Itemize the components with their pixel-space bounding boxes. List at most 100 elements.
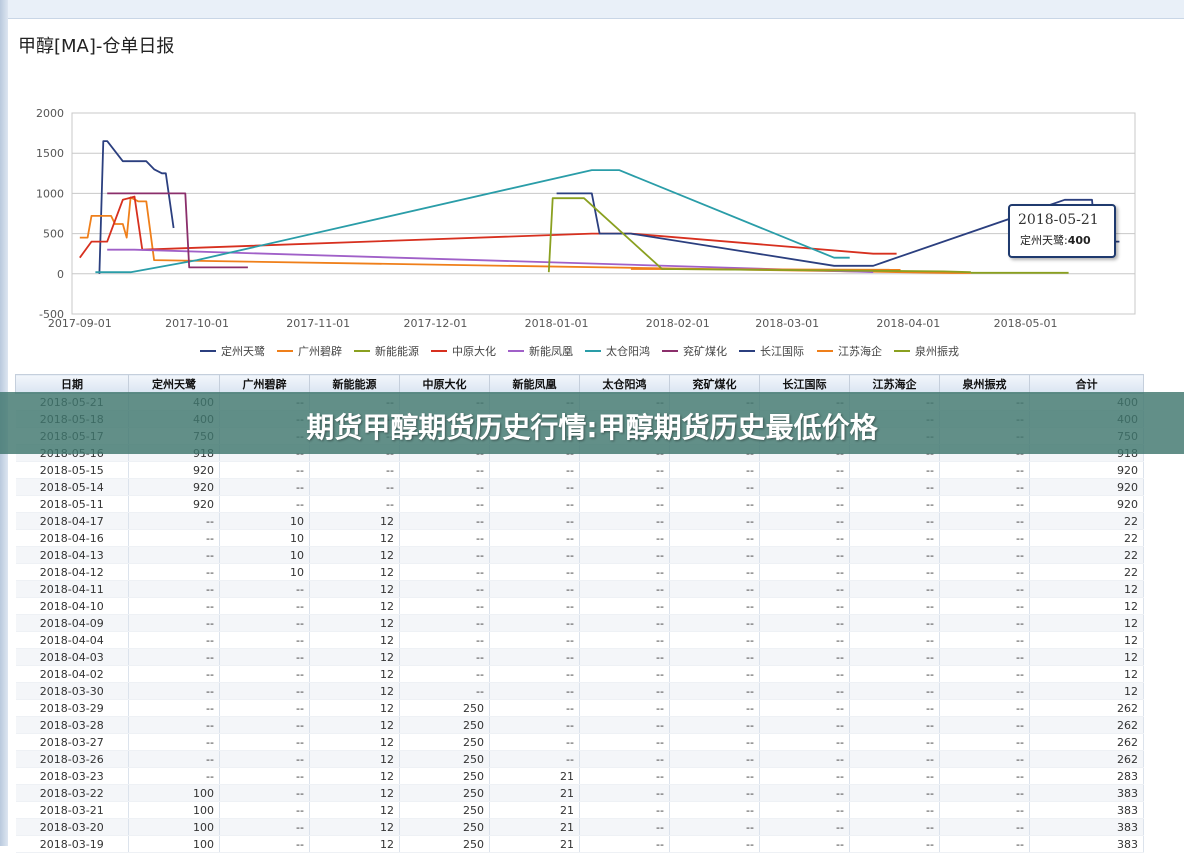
column-header[interactable]: 泉州振戎: [939, 374, 1030, 394]
table-row: 2018-04-09 -- -- 12 -- -- -- -- -- -- -- 12: [15, 614, 1144, 632]
value-cell: --: [128, 648, 220, 666]
value-cell: --: [759, 461, 850, 479]
date-cell: 2018-04-11: [15, 580, 129, 598]
x-tick-label: 2018-01-01: [525, 317, 589, 330]
value-cell: 383: [1029, 818, 1144, 836]
value-cell: --: [849, 750, 940, 768]
value-cell: --: [939, 682, 1030, 700]
value-cell: --: [219, 461, 310, 479]
value-cell: --: [579, 682, 670, 700]
value-cell: 12: [309, 597, 400, 615]
value-cell: 12: [309, 614, 400, 632]
value-cell: 100: [128, 784, 220, 802]
value-cell: --: [489, 665, 580, 683]
value-cell: --: [219, 597, 310, 615]
column-header[interactable]: 兖矿煤化: [669, 374, 760, 394]
value-cell: 12: [1029, 597, 1144, 615]
value-cell: --: [128, 767, 220, 785]
date-cell: 2018-04-04: [15, 631, 129, 649]
date-cell: 2018-03-19: [15, 835, 129, 853]
date-cell: 2018-03-20: [15, 818, 129, 836]
value-cell: --: [939, 461, 1030, 479]
value-cell: --: [399, 665, 490, 683]
column-header[interactable]: 太仓阳鸿: [579, 374, 670, 394]
legend-label: 新能能源: [375, 344, 419, 358]
value-cell: --: [759, 733, 850, 751]
value-cell: --: [219, 478, 310, 496]
value-cell: 12: [1029, 580, 1144, 598]
value-cell: --: [219, 716, 310, 734]
value-cell: 12: [309, 699, 400, 717]
table-row: 2018-04-10 -- -- 12 -- -- -- -- -- -- -- 12: [15, 597, 1144, 615]
value-cell: --: [309, 461, 400, 479]
legend-label: 广州碧辟: [298, 344, 342, 358]
value-cell: --: [579, 784, 670, 802]
value-cell: 10: [219, 512, 310, 530]
column-header[interactable]: 日期: [15, 374, 129, 394]
date-cell: 2018-04-13: [15, 546, 129, 564]
value-cell: --: [219, 580, 310, 598]
value-cell: 250: [399, 716, 490, 734]
table-row: 2018-05-15 920 -- -- -- -- -- -- -- -- -- 920: [15, 461, 1144, 479]
value-cell: --: [759, 699, 850, 717]
value-cell: --: [579, 733, 670, 751]
column-header[interactable]: 合计: [1029, 374, 1144, 394]
value-cell: 250: [399, 750, 490, 768]
table-row: 2018-04-04 -- -- 12 -- -- -- -- -- -- -- 12: [15, 631, 1144, 649]
value-cell: --: [489, 631, 580, 649]
value-cell: 12: [1029, 614, 1144, 632]
value-cell: --: [399, 563, 490, 581]
column-header[interactable]: 江苏海企: [849, 374, 940, 394]
value-cell: --: [939, 835, 1030, 853]
value-cell: --: [849, 614, 940, 632]
column-header[interactable]: 广州碧辟: [219, 374, 310, 394]
value-cell: 920: [128, 478, 220, 496]
column-header[interactable]: 新能凤凰: [489, 374, 580, 394]
value-cell: --: [939, 495, 1030, 513]
column-header[interactable]: 新能能源: [309, 374, 400, 394]
value-cell: --: [489, 580, 580, 598]
value-cell: 22: [1029, 512, 1144, 530]
value-cell: --: [489, 682, 580, 700]
column-header[interactable]: 长江国际: [759, 374, 850, 394]
table-row: 2018-04-12 -- 10 12 -- -- -- -- -- -- -- 22: [15, 563, 1144, 581]
date-cell: 2018-04-09: [15, 614, 129, 632]
x-tick-label: 2017-11-01: [286, 317, 350, 330]
y-tick-label: 2000: [36, 107, 64, 120]
value-cell: 12: [309, 665, 400, 683]
table-row: 2018-03-19 100 -- 12 250 21 -- -- -- -- -- 383: [15, 835, 1144, 853]
value-cell: --: [128, 716, 220, 734]
value-cell: --: [849, 529, 940, 547]
column-header[interactable]: 中原大化: [399, 374, 490, 394]
table-row: 2018-05-14 920 -- -- -- -- -- -- -- -- -- 920: [15, 478, 1144, 496]
x-tick-label: 2017-10-01: [165, 317, 229, 330]
value-cell: --: [128, 529, 220, 547]
value-cell: --: [939, 529, 1030, 547]
value-cell: 21: [489, 835, 580, 853]
column-header[interactable]: 定州天鹭: [128, 374, 220, 394]
date-cell: 2018-03-22: [15, 784, 129, 802]
value-cell: --: [669, 767, 760, 785]
value-cell: --: [759, 784, 850, 802]
value-cell: --: [939, 546, 1030, 564]
x-tick-label: 2017-12-01: [403, 317, 467, 330]
value-cell: 100: [128, 801, 220, 819]
date-cell: 2018-04-12: [15, 563, 129, 581]
value-cell: --: [489, 733, 580, 751]
value-cell: 12: [1029, 682, 1144, 700]
value-cell: 12: [309, 546, 400, 564]
tooltip-date: 2018-05-21: [1018, 212, 1099, 228]
value-cell: --: [399, 614, 490, 632]
date-cell: 2018-03-30: [15, 682, 129, 700]
y-tick-label: 500: [43, 228, 64, 241]
legend-label: 兖矿煤化: [683, 344, 727, 358]
value-cell: 21: [489, 801, 580, 819]
value-cell: --: [849, 495, 940, 513]
value-cell: 22: [1029, 563, 1144, 581]
value-cell: --: [399, 478, 490, 496]
value-cell: --: [669, 478, 760, 496]
value-cell: --: [849, 716, 940, 734]
value-cell: --: [579, 716, 670, 734]
value-cell: 12: [309, 529, 400, 547]
value-cell: --: [579, 631, 670, 649]
